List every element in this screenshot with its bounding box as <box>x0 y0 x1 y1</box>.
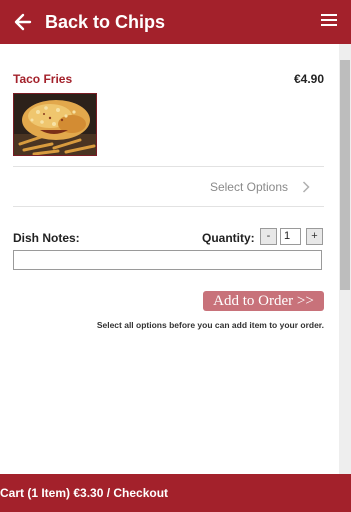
dish-notes-label: Dish Notes: <box>13 231 80 245</box>
quantity-decrement-button[interactable]: - <box>260 228 277 245</box>
add-to-order-hint: Select all options before you can add it… <box>96 320 324 330</box>
select-options-label: Select Options <box>209 180 288 194</box>
quantity-increment-button[interactable]: + <box>306 228 323 245</box>
cart-checkout-link[interactable]: Cart (1 Item) €3.30 / Checkout <box>0 485 168 501</box>
scrollbar-thumb[interactable] <box>340 60 350 290</box>
divider <box>13 166 324 167</box>
arrow-left-icon[interactable] <box>12 11 34 33</box>
quantity-input[interactable]: 1 <box>280 228 301 245</box>
divider <box>13 206 324 207</box>
chevron-right-icon <box>302 181 310 193</box>
back-to-category-link[interactable]: Back to Chips <box>45 11 165 33</box>
hamburger-menu-icon[interactable] <box>321 14 337 28</box>
cart-bar: Cart (1 Item) €3.30 / Checkout <box>0 474 351 512</box>
quantity-label: Quantity: <box>202 231 255 245</box>
item-price: €4.90 <box>293 72 324 86</box>
add-to-order-button[interactable]: Add to Order >> <box>203 291 324 311</box>
item-photo <box>13 93 97 156</box>
scrollbar[interactable] <box>339 44 351 474</box>
select-options-row[interactable]: Select Options <box>13 170 324 204</box>
dish-notes-input[interactable] <box>13 250 322 270</box>
item-name: Taco Fries <box>13 72 73 86</box>
top-bar: Back to Chips <box>0 0 351 44</box>
